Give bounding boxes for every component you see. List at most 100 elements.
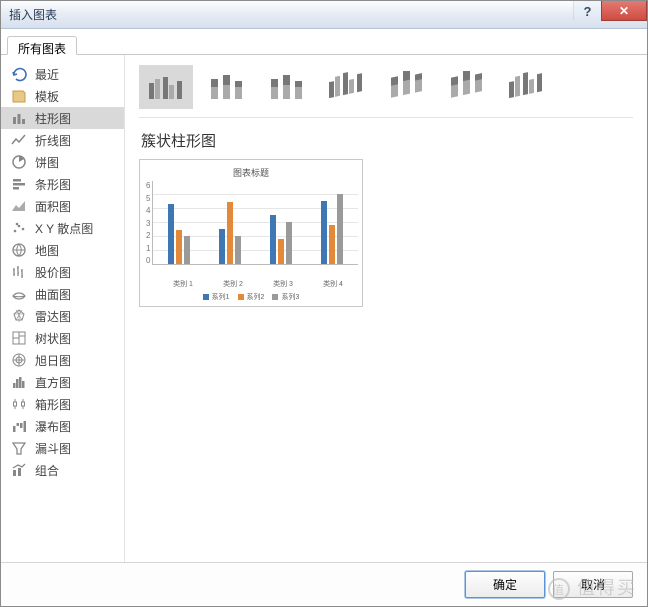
sidebar-item-scatter[interactable]: X Y 散点图 [1, 217, 124, 239]
bar [337, 194, 343, 264]
area-icon [11, 198, 27, 214]
sidebar-item-bar[interactable]: 柱形图 [1, 107, 124, 129]
x-tick: 类别 1 [173, 279, 193, 289]
sidebar-item-line[interactable]: 折线图 [1, 129, 124, 151]
sunburst-icon [11, 352, 27, 368]
sidebar-item-treemap[interactable]: 树状图 [1, 327, 124, 349]
surface-icon [11, 286, 27, 302]
combo-icon [11, 462, 27, 478]
bar [176, 230, 182, 264]
bar-icon [11, 110, 27, 126]
sidebar-item-label: X Y 散点图 [35, 220, 93, 237]
legend-item: 系列2 [238, 292, 265, 302]
y-tick: 0 [146, 256, 150, 265]
window-title: 插入图表 [9, 6, 57, 23]
sidebar-item-label: 面积图 [35, 198, 71, 215]
pie-icon [11, 154, 27, 170]
sidebar-item-hbar[interactable]: 条形图 [1, 173, 124, 195]
chart-preview[interactable]: 图表标题 0123456 类别 1类别 2类别 3类别 4 系列1系列2系列3 [139, 159, 363, 307]
sidebar-item-box[interactable]: 箱形图 [1, 393, 124, 415]
x-tick: 类别 3 [273, 279, 293, 289]
sidebar-item-funnel[interactable]: 漏斗图 [1, 437, 124, 459]
y-tick: 2 [146, 231, 150, 240]
x-axis: 类别 1 类别 2 类别 3 类别 4 [144, 279, 358, 289]
sidebar-item-radar[interactable]: 雷达图 [1, 305, 124, 327]
sidebar-item-label: 模板 [35, 88, 59, 105]
sidebar-item-combo[interactable]: 组合 [1, 459, 124, 481]
subtype-clustered-column[interactable] [139, 65, 193, 109]
legend-item: 系列3 [272, 292, 299, 302]
subtype-3d-column[interactable] [499, 65, 553, 109]
close-button[interactable]: ✕ [601, 1, 647, 21]
bar [184, 236, 190, 264]
y-tick: 1 [146, 244, 150, 253]
scatter-icon [11, 220, 27, 236]
y-tick: 5 [146, 194, 150, 203]
sidebar-item-label: 条形图 [35, 176, 71, 193]
chart-type-sidebar: 最近 模板 柱形图 折线图 饼图 条形图 面积图 X Y 散点图 地图 股价图 [1, 55, 125, 562]
content-pane: 簇状柱形图 图表标题 0123456 类别 1类别 2类别 3类别 4 系列1系… [125, 55, 647, 562]
sidebar-item-label: 树状图 [35, 330, 71, 347]
bar [219, 229, 225, 264]
line-icon [11, 132, 27, 148]
bar [329, 225, 335, 264]
help-button[interactable]: ? [573, 1, 601, 21]
cancel-button[interactable]: 取消 [553, 571, 633, 598]
recent-icon [11, 66, 27, 82]
legend-item: 系列1 [203, 292, 230, 302]
sidebar-item-pie[interactable]: 饼图 [1, 151, 124, 173]
sidebar-item-label: 漏斗图 [35, 440, 71, 457]
subtype-stacked-100-column[interactable] [259, 65, 313, 109]
subtype-3d-clustered-column[interactable] [319, 65, 373, 109]
y-axis: 0123456 [144, 181, 152, 265]
category-group [219, 202, 241, 264]
sidebar-item-label: 瀑布图 [35, 418, 71, 435]
sidebar-item-label: 柱形图 [35, 110, 71, 127]
tabstrip: 所有图表 [1, 29, 647, 55]
sidebar-item-waterfall[interactable]: 瀑布图 [1, 415, 124, 437]
bar [278, 239, 284, 264]
subtype-row [139, 65, 633, 118]
sidebar-item-histogram[interactable]: 直方图 [1, 371, 124, 393]
tab-all-charts[interactable]: 所有图表 [7, 36, 77, 55]
y-tick: 4 [146, 206, 150, 215]
waterfall-icon [11, 418, 27, 434]
sidebar-item-template[interactable]: 模板 [1, 85, 124, 107]
dialog-footer: 确定 取消 [1, 562, 647, 606]
bar [270, 215, 276, 264]
hbar-icon [11, 176, 27, 192]
sidebar-item-label: 地图 [35, 242, 59, 259]
sidebar-item-label: 旭日图 [35, 352, 71, 369]
sidebar-item-label: 直方图 [35, 374, 71, 391]
legend: 系列1 系列2 系列3 [144, 292, 358, 302]
sidebar-item-map[interactable]: 地图 [1, 239, 124, 261]
subtype-3d-stacked-column[interactable] [379, 65, 433, 109]
subtype-3d-stacked-100-column[interactable] [439, 65, 493, 109]
funnel-icon [11, 440, 27, 456]
bar [227, 202, 233, 264]
map-icon [11, 242, 27, 258]
sidebar-item-label: 股价图 [35, 264, 71, 281]
sidebar-item-label: 雷达图 [35, 308, 71, 325]
sidebar-item-sunburst[interactable]: 旭日图 [1, 349, 124, 371]
sidebar-item-label: 曲面图 [35, 286, 71, 303]
subtype-title: 簇状柱形图 [141, 130, 633, 151]
bar [286, 222, 292, 264]
radar-icon [11, 308, 27, 324]
sidebar-item-label: 组合 [35, 462, 59, 479]
stock-icon [11, 264, 27, 280]
sidebar-item-area[interactable]: 面积图 [1, 195, 124, 217]
sidebar-item-label: 折线图 [35, 132, 71, 149]
treemap-icon [11, 330, 27, 346]
x-tick: 类别 4 [323, 279, 343, 289]
category-group [270, 215, 292, 264]
sidebar-item-stock[interactable]: 股价图 [1, 261, 124, 283]
x-tick: 类别 2 [223, 279, 243, 289]
sidebar-item-label: 饼图 [35, 154, 59, 171]
ok-button[interactable]: 确定 [465, 571, 545, 598]
sidebar-item-recent[interactable]: 最近 [1, 63, 124, 85]
sidebar-item-surface[interactable]: 曲面图 [1, 283, 124, 305]
bar [321, 201, 327, 264]
subtype-stacked-column[interactable] [199, 65, 253, 109]
sidebar-item-label: 最近 [35, 66, 59, 83]
